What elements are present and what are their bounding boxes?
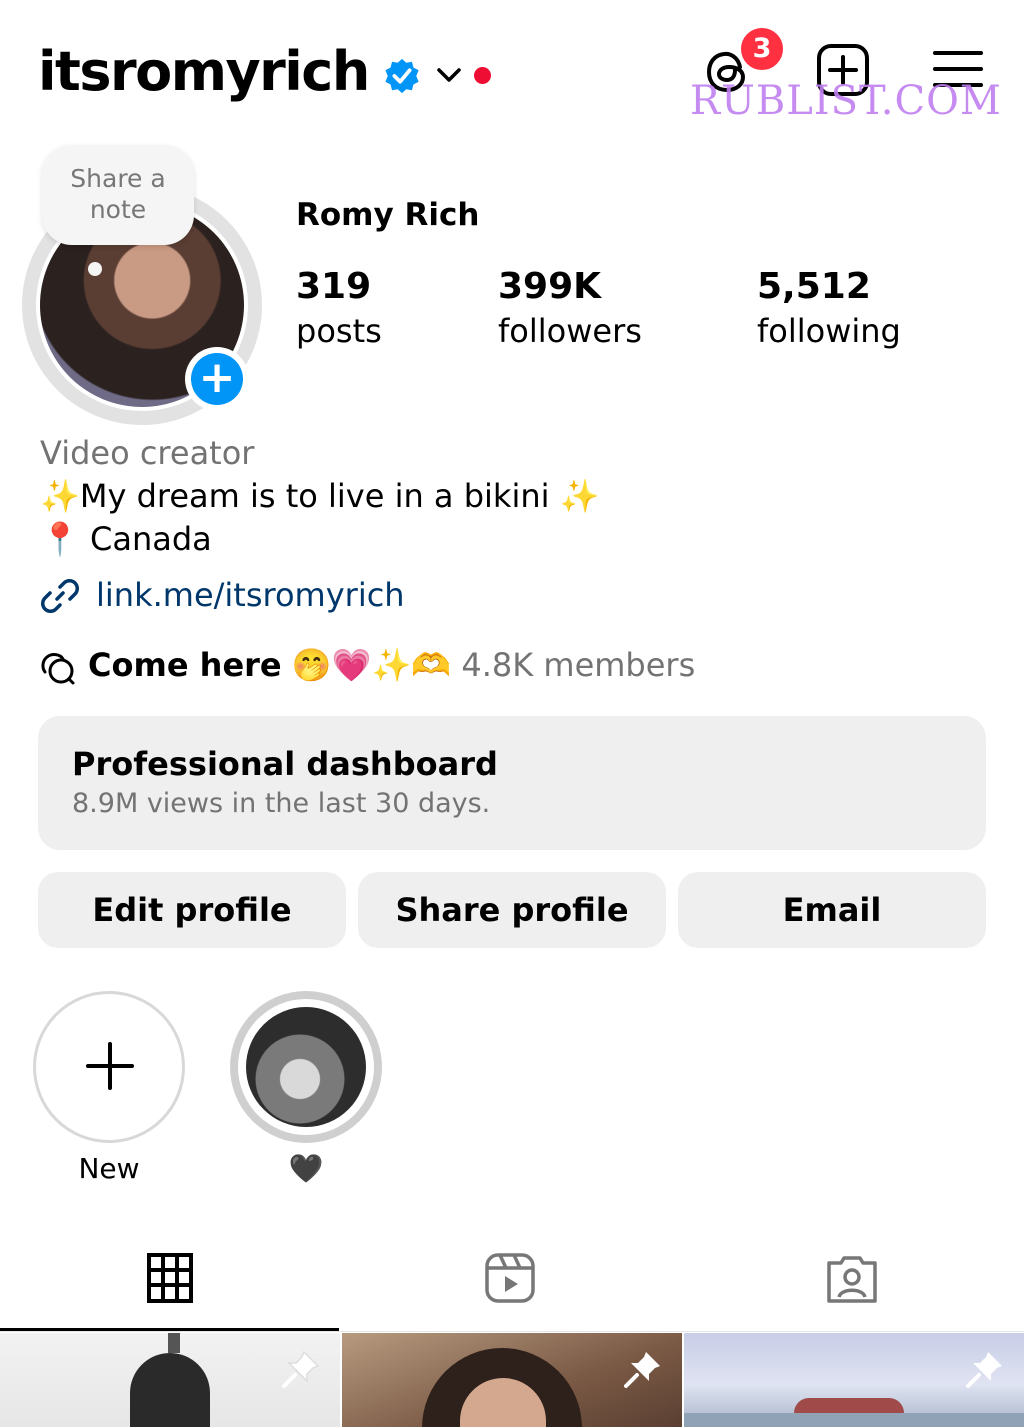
broadcast-channel-icon (41, 653, 75, 685)
pinned-post-icon (282, 1350, 320, 1388)
link-icon (41, 579, 79, 613)
bio-location: 📍 Canada (40, 520, 212, 558)
edit-profile-button[interactable]: Edit profile (38, 872, 346, 948)
reels-icon[interactable] (484, 1252, 536, 1304)
pinned-post-icon (624, 1352, 660, 1388)
highlight-cover[interactable] (246, 1007, 366, 1127)
highlight-label: 🖤 (288, 1152, 324, 1185)
pinned-post-icon (966, 1352, 1002, 1388)
channel-emojis: 🤭💗✨🫶 (291, 646, 452, 684)
following-count[interactable]: 5,512 (757, 266, 871, 307)
notification-count-badge: 3 (738, 25, 786, 73)
new-highlight-label: New (78, 1152, 140, 1185)
posts-label[interactable]: posts (296, 312, 382, 350)
verified-badge-icon (385, 58, 419, 94)
chevron-down-icon[interactable] (436, 64, 462, 86)
channel-name: Come here (88, 646, 282, 684)
note-bubble-tail (88, 262, 102, 276)
email-button[interactable]: Email (678, 872, 986, 948)
posts-count[interactable]: 319 (296, 266, 371, 307)
share-profile-button[interactable]: Share profile (358, 872, 666, 948)
followers-count[interactable]: 399K (498, 266, 601, 307)
professional-dashboard-card[interactable] (38, 716, 986, 850)
following-label[interactable]: following (757, 312, 901, 350)
watermark: RUBLIST.COM (690, 78, 1002, 124)
bio-category: Video creator (40, 434, 255, 472)
bio-link[interactable]: link.me/itsromyrich (96, 576, 405, 614)
share-note-label: Share a note (70, 164, 166, 224)
tab-divider (0, 1331, 1024, 1332)
plus-icon (86, 1042, 134, 1090)
grid-icon[interactable] (144, 1252, 196, 1304)
tagged-icon[interactable] (826, 1252, 878, 1304)
add-story-plus-icon[interactable]: + (191, 353, 243, 405)
broadcast-channel[interactable]: Come here 🤭💗✨🫶 4.8K members (88, 646, 695, 684)
profile-username[interactable]: itsromyrich (38, 40, 370, 103)
dashboard-title: Professional dashboard (72, 745, 498, 783)
channel-members: 4.8K members (461, 646, 696, 684)
share-note-bubble[interactable]: Share a note (42, 145, 194, 245)
bio-line: ✨My dream is to live in a bikini ✨ (40, 477, 600, 515)
followers-label[interactable]: followers (498, 312, 642, 350)
notification-dot (474, 67, 491, 84)
dashboard-subtitle: 8.9M views in the last 30 days. (72, 788, 491, 819)
profile-full-name: Romy Rich (296, 197, 480, 233)
